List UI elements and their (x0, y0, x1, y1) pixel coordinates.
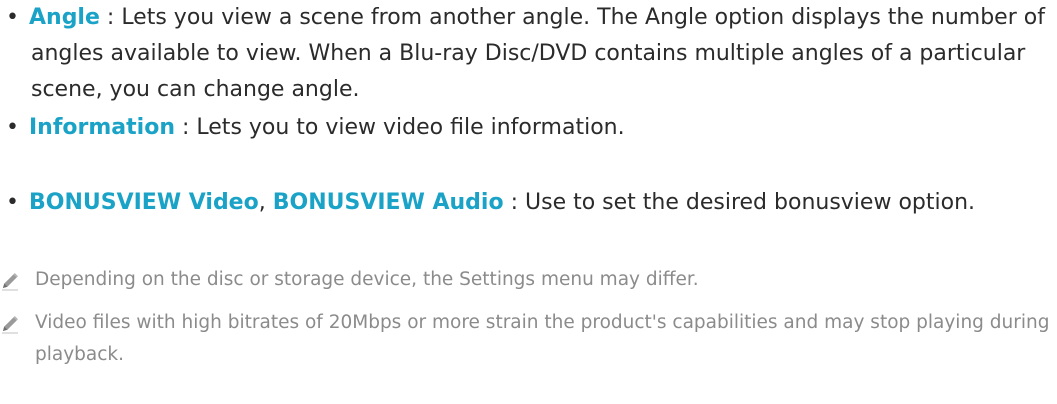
term-information: Information (29, 115, 175, 140)
note-item: Video files with high bitrates of 20Mbps… (0, 307, 1057, 371)
term-angle: Angle (29, 5, 100, 30)
bullet-item-bonusview: • BONUSVIEW Video, BONUSVIEW Audio : Use… (6, 185, 1046, 221)
term-bonusview-audio: BONUSVIEW Audio (272, 190, 504, 215)
pencil-note-icon (2, 273, 18, 291)
pencil-note-icon (2, 316, 18, 334)
term-separator: : (99, 5, 122, 30)
term-separator: : (503, 190, 525, 215)
bullet-description: Use to set the desired bonusview option. (525, 190, 976, 215)
bullet-item-angle: • Angle : Lets you view a scene from ano… (6, 0, 1046, 108)
note-text: Depending on the disc or storage device,… (35, 269, 699, 290)
bullet-dot: • (6, 190, 19, 215)
term-joiner: , (258, 190, 273, 215)
bullet-description: Lets you to view video file information. (196, 115, 625, 140)
term-separator: : (175, 115, 197, 140)
bullet-text: Angle : Lets you view a scene from anoth… (29, 0, 1046, 108)
bullet-dot: • (6, 115, 19, 140)
bullet-item-information: • Information : Lets you to view video f… (6, 110, 1046, 146)
bullet-dot: • (6, 5, 19, 30)
bullet-text: Information : Lets you to view video fil… (29, 110, 1046, 146)
bullet-text: BONUSVIEW Video, BONUSVIEW Audio : Use t… (29, 185, 1046, 221)
term-bonusview-video: BONUSVIEW Video (29, 190, 259, 215)
bullet-description: Lets you view a scene from another angle… (31, 5, 1045, 102)
note-text: Video files with high bitrates of 20Mbps… (35, 312, 1050, 365)
note-item: Depending on the disc or storage device,… (0, 264, 1057, 296)
